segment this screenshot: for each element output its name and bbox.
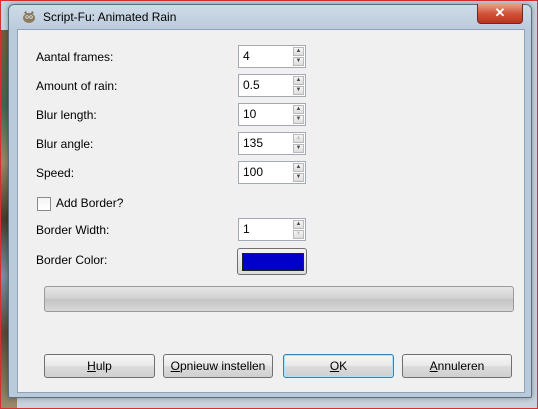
title-bar[interactable]: Script-Fu: Animated Rain ✕ [9,4,531,29]
blur-angle-value[interactable]: 135 [243,136,263,150]
frames-label: Aantal frames: [36,50,114,64]
blur-length-label: Blur length: [36,108,97,122]
reset-label: pnieuw instellen [179,359,266,373]
frames-value[interactable]: 4 [243,49,250,63]
close-button[interactable]: ✕ [477,4,523,24]
border-width-spinbox[interactable]: 1 ▲ ▼ [238,218,306,241]
cancel-mnemonic: A [429,359,438,373]
cancel-button[interactable]: Annuleren [402,354,512,378]
speed-value[interactable]: 100 [243,165,263,179]
cancel-label: nnuleren [437,359,485,373]
reset-button[interactable]: Opnieuw instellen [163,354,273,378]
blur-angle-spinbox[interactable]: 135 ▲ ▼ [238,132,306,155]
ok-mnemonic: O [329,359,340,373]
window-title: Script-Fu: Animated Rain [43,10,177,24]
spin-up-arrow-icon[interactable]: ▲ [293,76,304,85]
rain-amount-label: Amount of rain: [36,79,118,93]
ok-label: K [339,359,348,373]
speed-spinbox[interactable]: 100 ▲ ▼ [238,161,306,184]
speed-label: Speed: [36,166,75,180]
spin-down-arrow-icon[interactable]: ▼ [293,86,304,95]
ok-button[interactable]: OK [283,354,394,378]
add-border-checkbox[interactable] [37,197,51,211]
close-icon: ✕ [494,5,506,20]
border-color-label: Border Color: [36,253,108,267]
frames-spinbox[interactable]: 4 ▲ ▼ [238,45,306,68]
spin-down-arrow-icon[interactable]: ▼ [293,57,304,66]
spin-up-arrow-icon[interactable]: ▲ [293,163,304,172]
spin-up-arrow-icon[interactable]: ▲ [293,47,304,56]
progress-bar [44,286,514,312]
blur-length-spinbox[interactable]: 10 ▲ ▼ [238,103,306,126]
spin-up-arrow-icon[interactable]: ▲ [293,220,304,229]
border-width-label: Border Width: [36,223,110,237]
spin-down-arrow-icon[interactable]: ▼ [293,173,304,182]
help-button[interactable]: Hulp [44,354,155,378]
spin-down-arrow-icon[interactable]: ▼ [293,115,304,124]
spin-up-arrow-icon[interactable]: ▲ [293,134,304,143]
rain-amount-value[interactable]: 0.5 [243,78,260,92]
help-label: ulp [95,359,112,373]
gimp-wilber-icon [23,11,35,23]
script-fu-dialog: Script-Fu: Animated Rain ✕ Aantal frames… [8,4,532,398]
spin-up-arrow-icon[interactable]: ▲ [293,105,304,114]
spin-down-arrow-icon[interactable]: ▼ [293,230,304,239]
rain-amount-spinbox[interactable]: 0.5 ▲ ▼ [238,74,306,97]
blur-length-value[interactable]: 10 [243,107,256,121]
add-border-label[interactable]: Add Border? [56,196,123,210]
border-color-button[interactable] [237,248,307,275]
border-width-value[interactable]: 1 [243,222,250,236]
blur-angle-label: Blur angle: [36,137,94,151]
border-color-swatch [242,253,304,271]
help-mnemonic: H [87,359,96,373]
reset-mnemonic: O [170,359,180,373]
dialog-content: Aantal frames: 4 ▲ ▼ Amount of rain: 0.5… [17,29,525,393]
spin-down-arrow-icon[interactable]: ▼ [293,144,304,153]
